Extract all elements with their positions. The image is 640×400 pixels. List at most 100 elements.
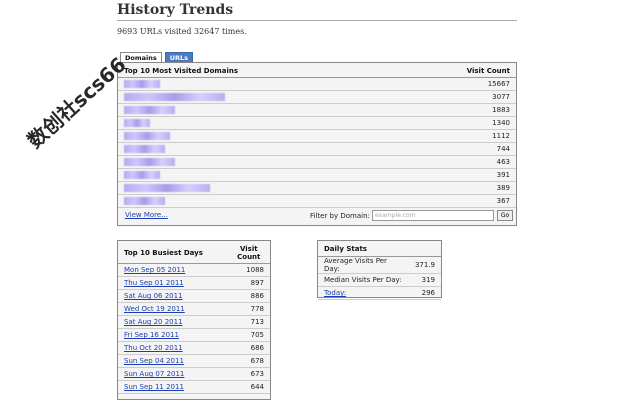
domain-name-cell[interactable] [118, 181, 395, 195]
busy-day-cell: Mon Sep 05 2011 [118, 263, 228, 277]
daily-stat-value: 371.9 [408, 257, 441, 274]
domain-visit-count: 1112 [394, 129, 516, 143]
filter-domain-input[interactable] [372, 210, 494, 221]
daily-stat-row: Today: 296 [318, 286, 441, 300]
domains-heading: Top 10 Most Visited Domains [118, 63, 395, 78]
daily-stats-panel: Daily Stats Average Visits Per Day: 371.9… [317, 240, 442, 300]
domain-name-cell[interactable] [118, 77, 395, 91]
domain-name-cell[interactable] [118, 116, 395, 130]
busiest-days-table: Top 10 Busiest Days Visit Count Mon Sep … [118, 241, 270, 394]
domain-row: 463 [118, 155, 516, 169]
busy-day-row: Sat Aug 20 2011 713 [118, 315, 270, 329]
today-link[interactable]: Today: [324, 289, 346, 297]
busy-day-count: 1088 [227, 263, 270, 277]
busy-day-row: Sat Aug 06 2011 886 [118, 289, 270, 303]
domain-visit-count: 1883 [394, 103, 516, 117]
domain-name-cell[interactable] [118, 168, 395, 182]
domain-row: 367 [118, 194, 516, 208]
busy-day-link[interactable]: Sat Aug 20 2011 [124, 318, 183, 326]
busy-day-cell: Wed Oct 19 2011 [118, 302, 228, 316]
domain-row: 15667 [118, 77, 516, 91]
busy-day-link[interactable]: Wed Oct 19 2011 [124, 305, 185, 313]
daily-stat-row: Average Visits Per Day: 371.9 [318, 257, 441, 274]
busy-day-cell: Sat Aug 20 2011 [118, 315, 228, 329]
domain-row: 1340 [118, 116, 516, 130]
daily-stat-label-cell: Median Visits Per Day: [318, 273, 409, 287]
busy-day-link[interactable]: Fri Sep 16 2011 [124, 331, 179, 339]
history-summary: 9693 URLs visited 32647 times. [117, 27, 247, 36]
busy-day-count: 644 [227, 380, 270, 394]
busy-day-row: Sun Sep 11 2011 644 [118, 380, 270, 394]
busy-day-cell: Sun Sep 04 2011 [118, 354, 228, 368]
busy-day-count: 886 [227, 289, 270, 303]
domain-visit-count: 3077 [394, 90, 516, 104]
busy-day-row: Fri Sep 16 2011 705 [118, 328, 270, 342]
redacted-domain[interactable] [124, 197, 165, 205]
redacted-domain[interactable] [124, 158, 175, 166]
visit-count-heading-line2: Count [237, 253, 261, 261]
busy-day-row: Wed Oct 19 2011 778 [118, 302, 270, 316]
domain-name-cell[interactable] [118, 142, 395, 156]
busy-day-row: Thu Oct 20 2011 686 [118, 341, 270, 355]
daily-stat-value: 319 [408, 273, 441, 287]
redacted-domain[interactable] [124, 93, 225, 101]
go-button[interactable]: Go [497, 210, 513, 221]
busy-day-count: 678 [227, 354, 270, 368]
domain-name-cell[interactable] [118, 103, 395, 117]
busy-day-link[interactable]: Sun Aug 07 2011 [124, 370, 184, 378]
redacted-domain[interactable] [124, 145, 165, 153]
busy-day-link[interactable]: Sun Sep 11 2011 [124, 383, 184, 391]
busy-day-link[interactable]: Sun Sep 04 2011 [124, 357, 184, 365]
visit-count-heading-line1: Visit [239, 245, 258, 253]
busy-day-link[interactable]: Sat Aug 06 2011 [124, 292, 183, 300]
top-domains-panel: Top 10 Most Visited Domains Visit Count … [117, 62, 517, 226]
watermark: 数创社scs66 [22, 52, 131, 153]
domain-row: 389 [118, 181, 516, 195]
busy-day-cell: Fri Sep 16 2011 [118, 328, 228, 342]
busy-day-count: 897 [227, 276, 270, 290]
redacted-domain[interactable] [124, 184, 210, 192]
busy-day-cell: Sun Aug 07 2011 [118, 367, 228, 381]
busy-day-row: Thu Sep 01 2011 897 [118, 276, 270, 290]
domain-row: 391 [118, 168, 516, 182]
domain-name-cell[interactable] [118, 90, 395, 104]
redacted-domain[interactable] [124, 171, 160, 179]
domain-visit-count: 367 [394, 194, 516, 208]
domain-name-cell[interactable] [118, 129, 395, 143]
busy-day-link[interactable]: Thu Oct 20 2011 [124, 344, 183, 352]
filter-label: Filter by Domain: [310, 212, 370, 220]
busy-day-count: 705 [227, 328, 270, 342]
domain-name-cell[interactable] [118, 194, 395, 208]
busy-day-cell: Sat Aug 06 2011 [118, 289, 228, 303]
visit-count-heading: Visit Count [227, 241, 270, 264]
page-title: History Trends [117, 2, 517, 21]
redacted-domain[interactable] [124, 132, 170, 140]
busy-day-link[interactable]: Mon Sep 05 2011 [124, 266, 185, 274]
busy-day-cell: Sun Sep 11 2011 [118, 380, 228, 394]
domain-visit-count: 1340 [394, 116, 516, 130]
busy-day-count: 778 [227, 302, 270, 316]
daily-stat-row: Median Visits Per Day: 319 [318, 273, 441, 287]
domains-footer: View More... Filter by Domain: Go [118, 208, 516, 225]
domain-row: 744 [118, 142, 516, 156]
busy-day-cell: Thu Sep 01 2011 [118, 276, 228, 290]
busy-day-row: Mon Sep 05 2011 1088 [118, 263, 270, 277]
busy-day-link[interactable]: Thu Sep 01 2011 [124, 279, 184, 287]
visit-count-heading: Visit Count [394, 63, 516, 78]
domain-visit-count: 15667 [394, 77, 516, 91]
domain-name-cell[interactable] [118, 155, 395, 169]
busy-day-count: 686 [227, 341, 270, 355]
view-more-link[interactable]: View More... [125, 211, 168, 219]
domain-visit-count: 391 [394, 168, 516, 182]
top-domains-table: Top 10 Most Visited Domains Visit Count … [118, 63, 516, 208]
daily-stat-value: 296 [408, 286, 441, 300]
busiest-days-heading: Top 10 Busiest Days [118, 241, 228, 264]
redacted-domain[interactable] [124, 80, 160, 88]
domain-row: 1883 [118, 103, 516, 117]
daily-stat-label-cell: Today: [318, 286, 409, 300]
redacted-domain[interactable] [124, 119, 150, 127]
busy-day-count: 673 [227, 367, 270, 381]
redacted-domain[interactable] [124, 106, 175, 114]
domain-row: 3077 [118, 90, 516, 104]
busy-day-count: 713 [227, 315, 270, 329]
